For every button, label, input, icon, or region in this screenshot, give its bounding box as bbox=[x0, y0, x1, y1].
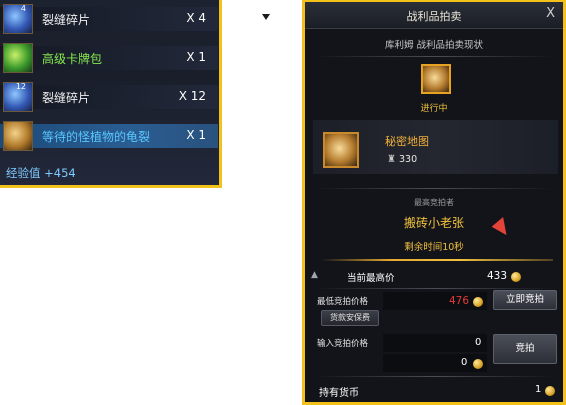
loot-name: 裂缝碎片 bbox=[42, 91, 91, 105]
exp-gain: 经验值 +454 bbox=[6, 166, 76, 180]
caret-down-icon bbox=[262, 14, 270, 20]
min-bid-label: 最低竞拍价格 bbox=[317, 297, 369, 307]
power-icon: ♜ bbox=[387, 154, 396, 165]
expand-arrow-icon: ▲ bbox=[311, 270, 318, 280]
loot-row[interactable]: 等待的怪植物的龟裂 X 1 bbox=[0, 121, 218, 151]
input-bid-label: 输入竞拍价格 bbox=[317, 339, 369, 349]
divider bbox=[313, 288, 555, 289]
loot-name: 等待的怪植物的龟裂 bbox=[42, 130, 151, 144]
coin-icon bbox=[473, 359, 483, 369]
bid-cost-field bbox=[383, 354, 487, 372]
divider bbox=[313, 376, 555, 377]
loot-row[interactable]: 12 裂缝碎片 X 12 bbox=[0, 82, 218, 112]
auction-status: 进行中 bbox=[420, 104, 448, 114]
time-remaining: 剩余时间10秒 bbox=[404, 242, 464, 253]
coin-icon bbox=[473, 297, 483, 307]
current-highest-value: 433 bbox=[487, 270, 508, 282]
timer-bar bbox=[321, 259, 553, 261]
scroll-icon bbox=[421, 64, 451, 94]
divider bbox=[313, 188, 555, 189]
bid-now-button[interactable]: 立即竞拍 bbox=[493, 290, 557, 310]
loot-name: 高级卡牌包 bbox=[42, 52, 103, 66]
auction-header: 战利品拍卖 X bbox=[305, 2, 563, 29]
loot-qty: X 1 bbox=[186, 128, 206, 142]
loot-row[interactable]: 4 裂缝碎片 X 4 bbox=[0, 4, 218, 34]
loot-panel: 4 裂缝碎片 X 4 高级卡牌包 X 1 12 裂缝碎片 X 12 等待的怪植物… bbox=[0, 0, 222, 188]
min-bid-field bbox=[383, 292, 487, 310]
coin-icon bbox=[545, 386, 555, 396]
auction-window: 战利品拍卖 X 库利姆 战利品拍卖现状 进行中 秘密地图 ♜ 330 最高竞拍者… bbox=[302, 0, 566, 405]
min-bid-value: 476 bbox=[449, 295, 470, 307]
currency-label: 持有货币 bbox=[319, 388, 359, 399]
loot-row[interactable]: 高级卡牌包 X 1 bbox=[0, 43, 218, 73]
close-icon[interactable]: X bbox=[546, 6, 555, 21]
currency-value: 1 bbox=[535, 384, 542, 395]
bid-cost-value: 0 bbox=[461, 357, 468, 368]
scroll-icon bbox=[3, 121, 33, 151]
auction-subtitle: 库利姆 战利品拍卖现状 bbox=[384, 40, 484, 51]
crystal-shard-icon: 12 bbox=[3, 82, 33, 112]
loot-badge: 12 bbox=[15, 82, 26, 91]
bid-button[interactable]: 竞拍 bbox=[493, 334, 557, 364]
divider bbox=[313, 56, 555, 57]
card-pack-icon bbox=[3, 43, 33, 73]
loot-name: 裂缝碎片 bbox=[42, 13, 91, 27]
secure-payment-button[interactable]: 货款安保费 bbox=[321, 310, 379, 326]
loot-qty: X 12 bbox=[178, 89, 206, 103]
bid-amount-value: 0 bbox=[475, 337, 482, 348]
item-name: 秘密地图 bbox=[385, 135, 429, 148]
highest-bidder-label: 最高竞拍者 bbox=[414, 198, 454, 207]
highest-bidder-name: 搬砖小老张 bbox=[403, 216, 464, 230]
auction-title: 战利品拍卖 bbox=[406, 10, 462, 23]
loot-qty: X 1 bbox=[186, 50, 206, 64]
current-highest-label: 当前最高价 bbox=[347, 273, 395, 284]
loot-badge: 4 bbox=[20, 4, 26, 13]
coin-icon bbox=[511, 272, 521, 282]
item-power: 330 bbox=[399, 154, 418, 165]
loot-qty: X 4 bbox=[186, 11, 206, 25]
bid-amount-input[interactable] bbox=[383, 334, 487, 352]
crystal-shard-icon: 4 bbox=[3, 4, 33, 34]
treasure-map-icon[interactable] bbox=[323, 132, 359, 168]
